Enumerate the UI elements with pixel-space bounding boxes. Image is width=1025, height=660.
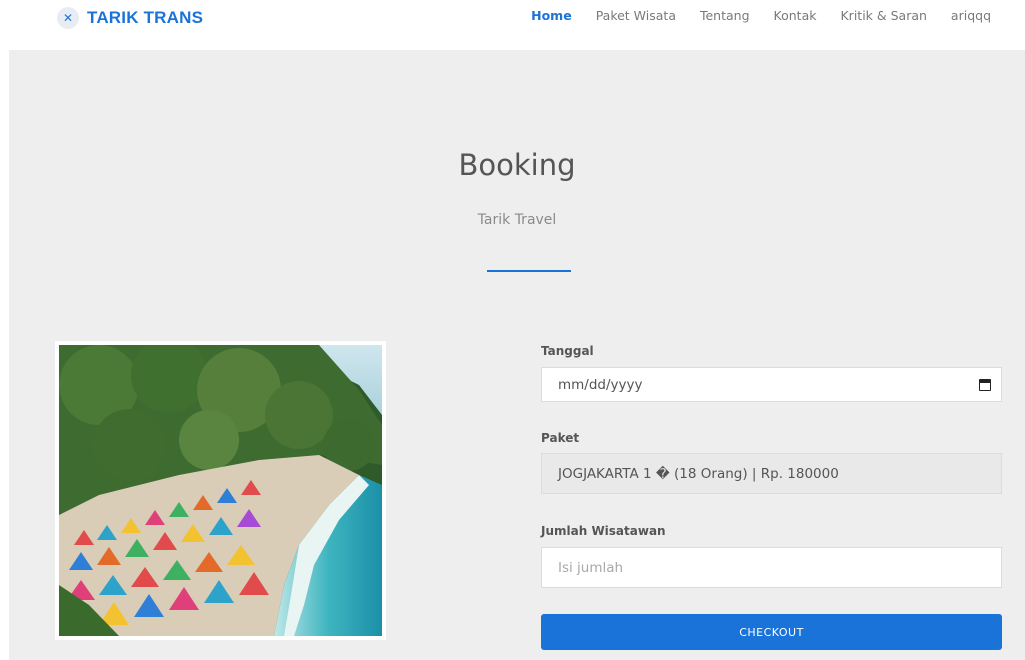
nav-kontak[interactable]: Kontak (774, 8, 817, 23)
navbar: ✕ TARIK TRANS Home Paket Wisata Tentang … (0, 0, 1025, 50)
page-subtitle: Tarik Travel (477, 212, 557, 228)
title-divider (487, 270, 571, 272)
calendar-icon[interactable] (979, 379, 991, 391)
nav-home[interactable]: Home (531, 8, 572, 23)
tanggal-label: Tanggal (541, 344, 594, 358)
tanggal-value[interactable]: mm/dd/yyyy (558, 377, 985, 393)
beach-camping-image (59, 345, 382, 636)
nav-user[interactable]: ariqqq (951, 8, 991, 23)
booking-section: Booking Tarik Travel Tanggal mm/dd/yyyy … (9, 50, 1025, 660)
nav-menu: Home Paket Wisata Tentang Kontak Kritik … (507, 8, 991, 23)
close-icon[interactable]: ✕ (57, 7, 79, 29)
brand-name[interactable]: TARIK TRANS (87, 8, 203, 28)
page-title: Booking (458, 148, 576, 182)
paket-field: JOGJAKARTA 1 � (18 Orang) | Rp. 180000 (541, 453, 1002, 494)
brand[interactable]: ✕ TARIK TRANS (57, 5, 203, 31)
nav-tentang[interactable]: Tentang (700, 8, 750, 23)
tanggal-input[interactable]: mm/dd/yyyy (541, 367, 1002, 402)
checkout-button[interactable]: CHECKOUT (541, 614, 1002, 650)
jumlah-label: Jumlah Wisatawan (541, 524, 666, 538)
jumlah-input[interactable] (558, 559, 985, 576)
nav-paket-wisata[interactable]: Paket Wisata (596, 8, 676, 23)
nav-kritik-saran[interactable]: Kritik & Saran (840, 8, 926, 23)
package-photo (55, 341, 386, 640)
paket-label: Paket (541, 431, 580, 445)
paket-value: JOGJAKARTA 1 � (18 Orang) | Rp. 180000 (558, 465, 839, 482)
jumlah-field[interactable] (541, 547, 1002, 588)
